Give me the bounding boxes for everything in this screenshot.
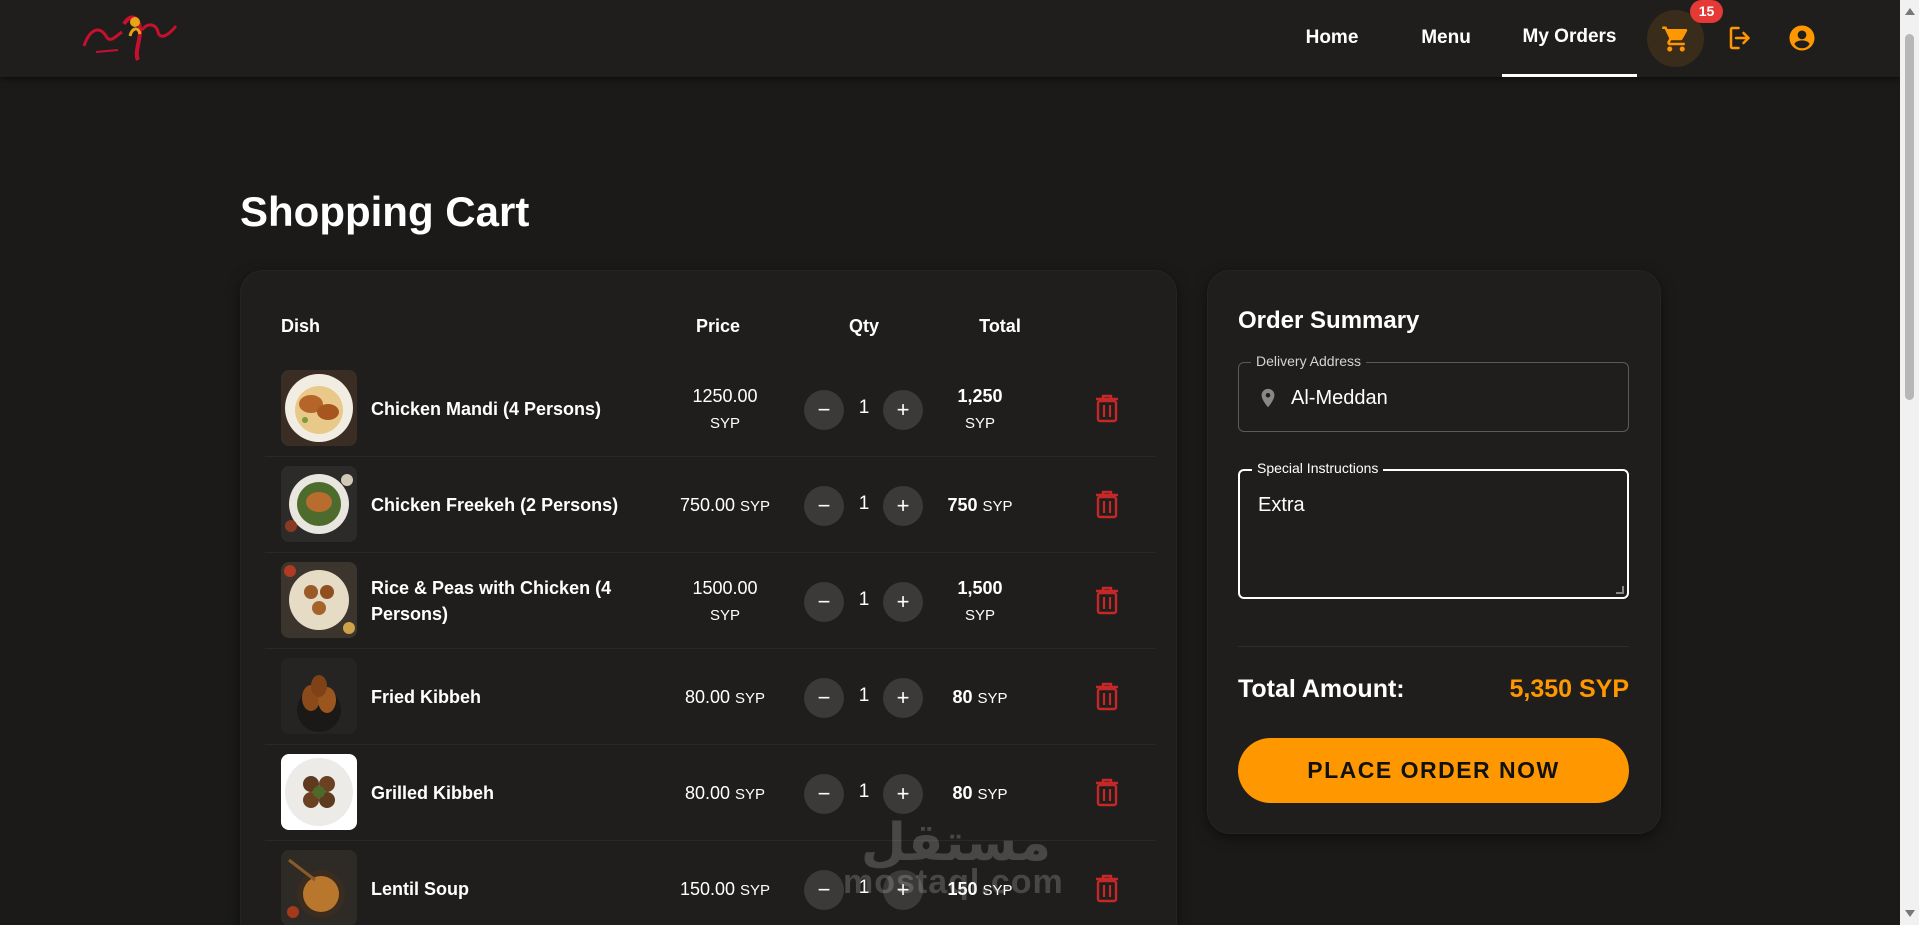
decrease-qty-button[interactable]: − <box>804 486 844 526</box>
dish-image <box>281 370 357 446</box>
top-nav-bar: Home Menu My Orders 15 <box>0 0 1900 77</box>
cart-row: Chicken Freekeh (2 Persons) 750.00 SYP −… <box>265 457 1155 553</box>
dish-name: Fried Kibbeh <box>371 687 482 707</box>
delivery-address-label: Delivery Address <box>1251 353 1367 369</box>
summary-divider <box>1238 646 1629 647</box>
unit-price: 1500.00 SYP <box>692 578 758 624</box>
nav-my-orders[interactable]: My Orders <box>1502 0 1637 77</box>
delete-icon[interactable] <box>1094 777 1120 807</box>
scroll-up-arrow-icon[interactable] <box>1905 8 1915 15</box>
unit-price: 150.00 SYP <box>679 879 771 899</box>
logout-icon[interactable] <box>1724 21 1758 55</box>
cart-icon <box>1661 26 1687 51</box>
scroll-down-arrow-icon[interactable] <box>1905 910 1915 917</box>
unit-price: 80.00 SYP <box>684 687 766 707</box>
watermark-text: mostaql.com <box>843 863 1064 901</box>
line-total: 1,250 SYP <box>957 386 1003 432</box>
decrease-qty-button[interactable]: − <box>804 678 844 718</box>
special-instructions-label: Special Instructions <box>1252 460 1384 476</box>
page-title: Shopping Cart <box>240 188 530 235</box>
nav-home[interactable]: Home <box>1286 0 1378 77</box>
decrease-qty-button[interactable]: − <box>804 582 844 622</box>
column-header-total: Total <box>979 316 1021 336</box>
textarea-resize-handle[interactable] <box>1616 586 1624 594</box>
column-header-dish: Dish <box>281 316 321 336</box>
unit-price: 80.00 SYP <box>684 783 766 803</box>
qty-value: 1 <box>858 781 870 802</box>
dish-name: Rice & Peas with Chicken (4 Persons) <box>371 578 612 624</box>
unit-price: 1250.00 SYP <box>692 386 758 432</box>
column-header-qty: Qty <box>848 316 879 336</box>
special-instructions-field[interactable]: Special Instructions Extra <box>1238 460 1629 599</box>
account-circle-icon[interactable] <box>1785 21 1819 55</box>
delivery-address-field[interactable]: Delivery Address Al-Meddan <box>1238 353 1629 432</box>
total-amount-label: Total Amount: <box>1238 675 1405 703</box>
line-total: 750 SYP <box>947 495 1013 515</box>
cart-row: Fried Kibbeh 80.00 SYP − 1 + 80 SYP <box>265 649 1155 745</box>
qty-value: 1 <box>858 493 870 514</box>
delivery-address-input[interactable]: Al-Meddan <box>1291 387 1388 410</box>
dish-name: Grilled Kibbeh <box>371 783 495 803</box>
delete-icon[interactable] <box>1094 681 1120 711</box>
dish-image <box>281 754 357 830</box>
place-order-button[interactable]: PLACE ORDER NOW <box>1238 738 1629 803</box>
dish-image <box>281 562 357 638</box>
scroll-thumb[interactable] <box>1905 34 1914 400</box>
qty-value: 1 <box>858 589 870 610</box>
dish-image <box>281 658 357 734</box>
nav-menu[interactable]: Menu <box>1400 0 1492 77</box>
dish-name: Lentil Soup <box>371 879 469 899</box>
decrease-qty-button[interactable]: − <box>804 774 844 814</box>
delete-icon[interactable] <box>1094 393 1120 423</box>
line-total: 80 SYP <box>952 687 1008 707</box>
dish-name: Chicken Mandi (4 Persons) <box>371 399 602 419</box>
unit-price: 750.00 SYP <box>679 495 771 515</box>
page-scrollbar[interactable] <box>1900 0 1919 925</box>
total-amount-value: 5,350 SYP <box>1509 675 1629 703</box>
delete-icon[interactable] <box>1094 489 1120 519</box>
line-total: 1,500 SYP <box>957 578 1003 624</box>
order-summary-title: Order Summary <box>1238 307 1420 334</box>
qty-value: 1 <box>858 685 870 706</box>
dish-image <box>281 466 357 542</box>
qty-value: 1 <box>858 397 870 418</box>
dish-name: Chicken Freekeh (2 Persons) <box>371 495 619 515</box>
cart-count-badge: 15 <box>1690 0 1723 23</box>
dish-image <box>281 850 357 925</box>
column-header-price: Price <box>695 316 741 336</box>
cart-row: Rice & Peas with Chicken (4 Persons) 150… <box>265 553 1155 649</box>
decrease-qty-button[interactable]: − <box>804 390 844 430</box>
cart-row: Chicken Mandi (4 Persons) 1250.00 SYP − 1… <box>265 361 1155 457</box>
delete-icon[interactable] <box>1094 585 1120 615</box>
delete-icon[interactable] <box>1094 873 1120 903</box>
special-instructions-input[interactable]: Extra <box>1258 494 1305 517</box>
location-pin-icon <box>1257 385 1279 411</box>
line-total: 80 SYP <box>952 783 1008 803</box>
restaurant-logo[interactable] <box>78 6 184 68</box>
